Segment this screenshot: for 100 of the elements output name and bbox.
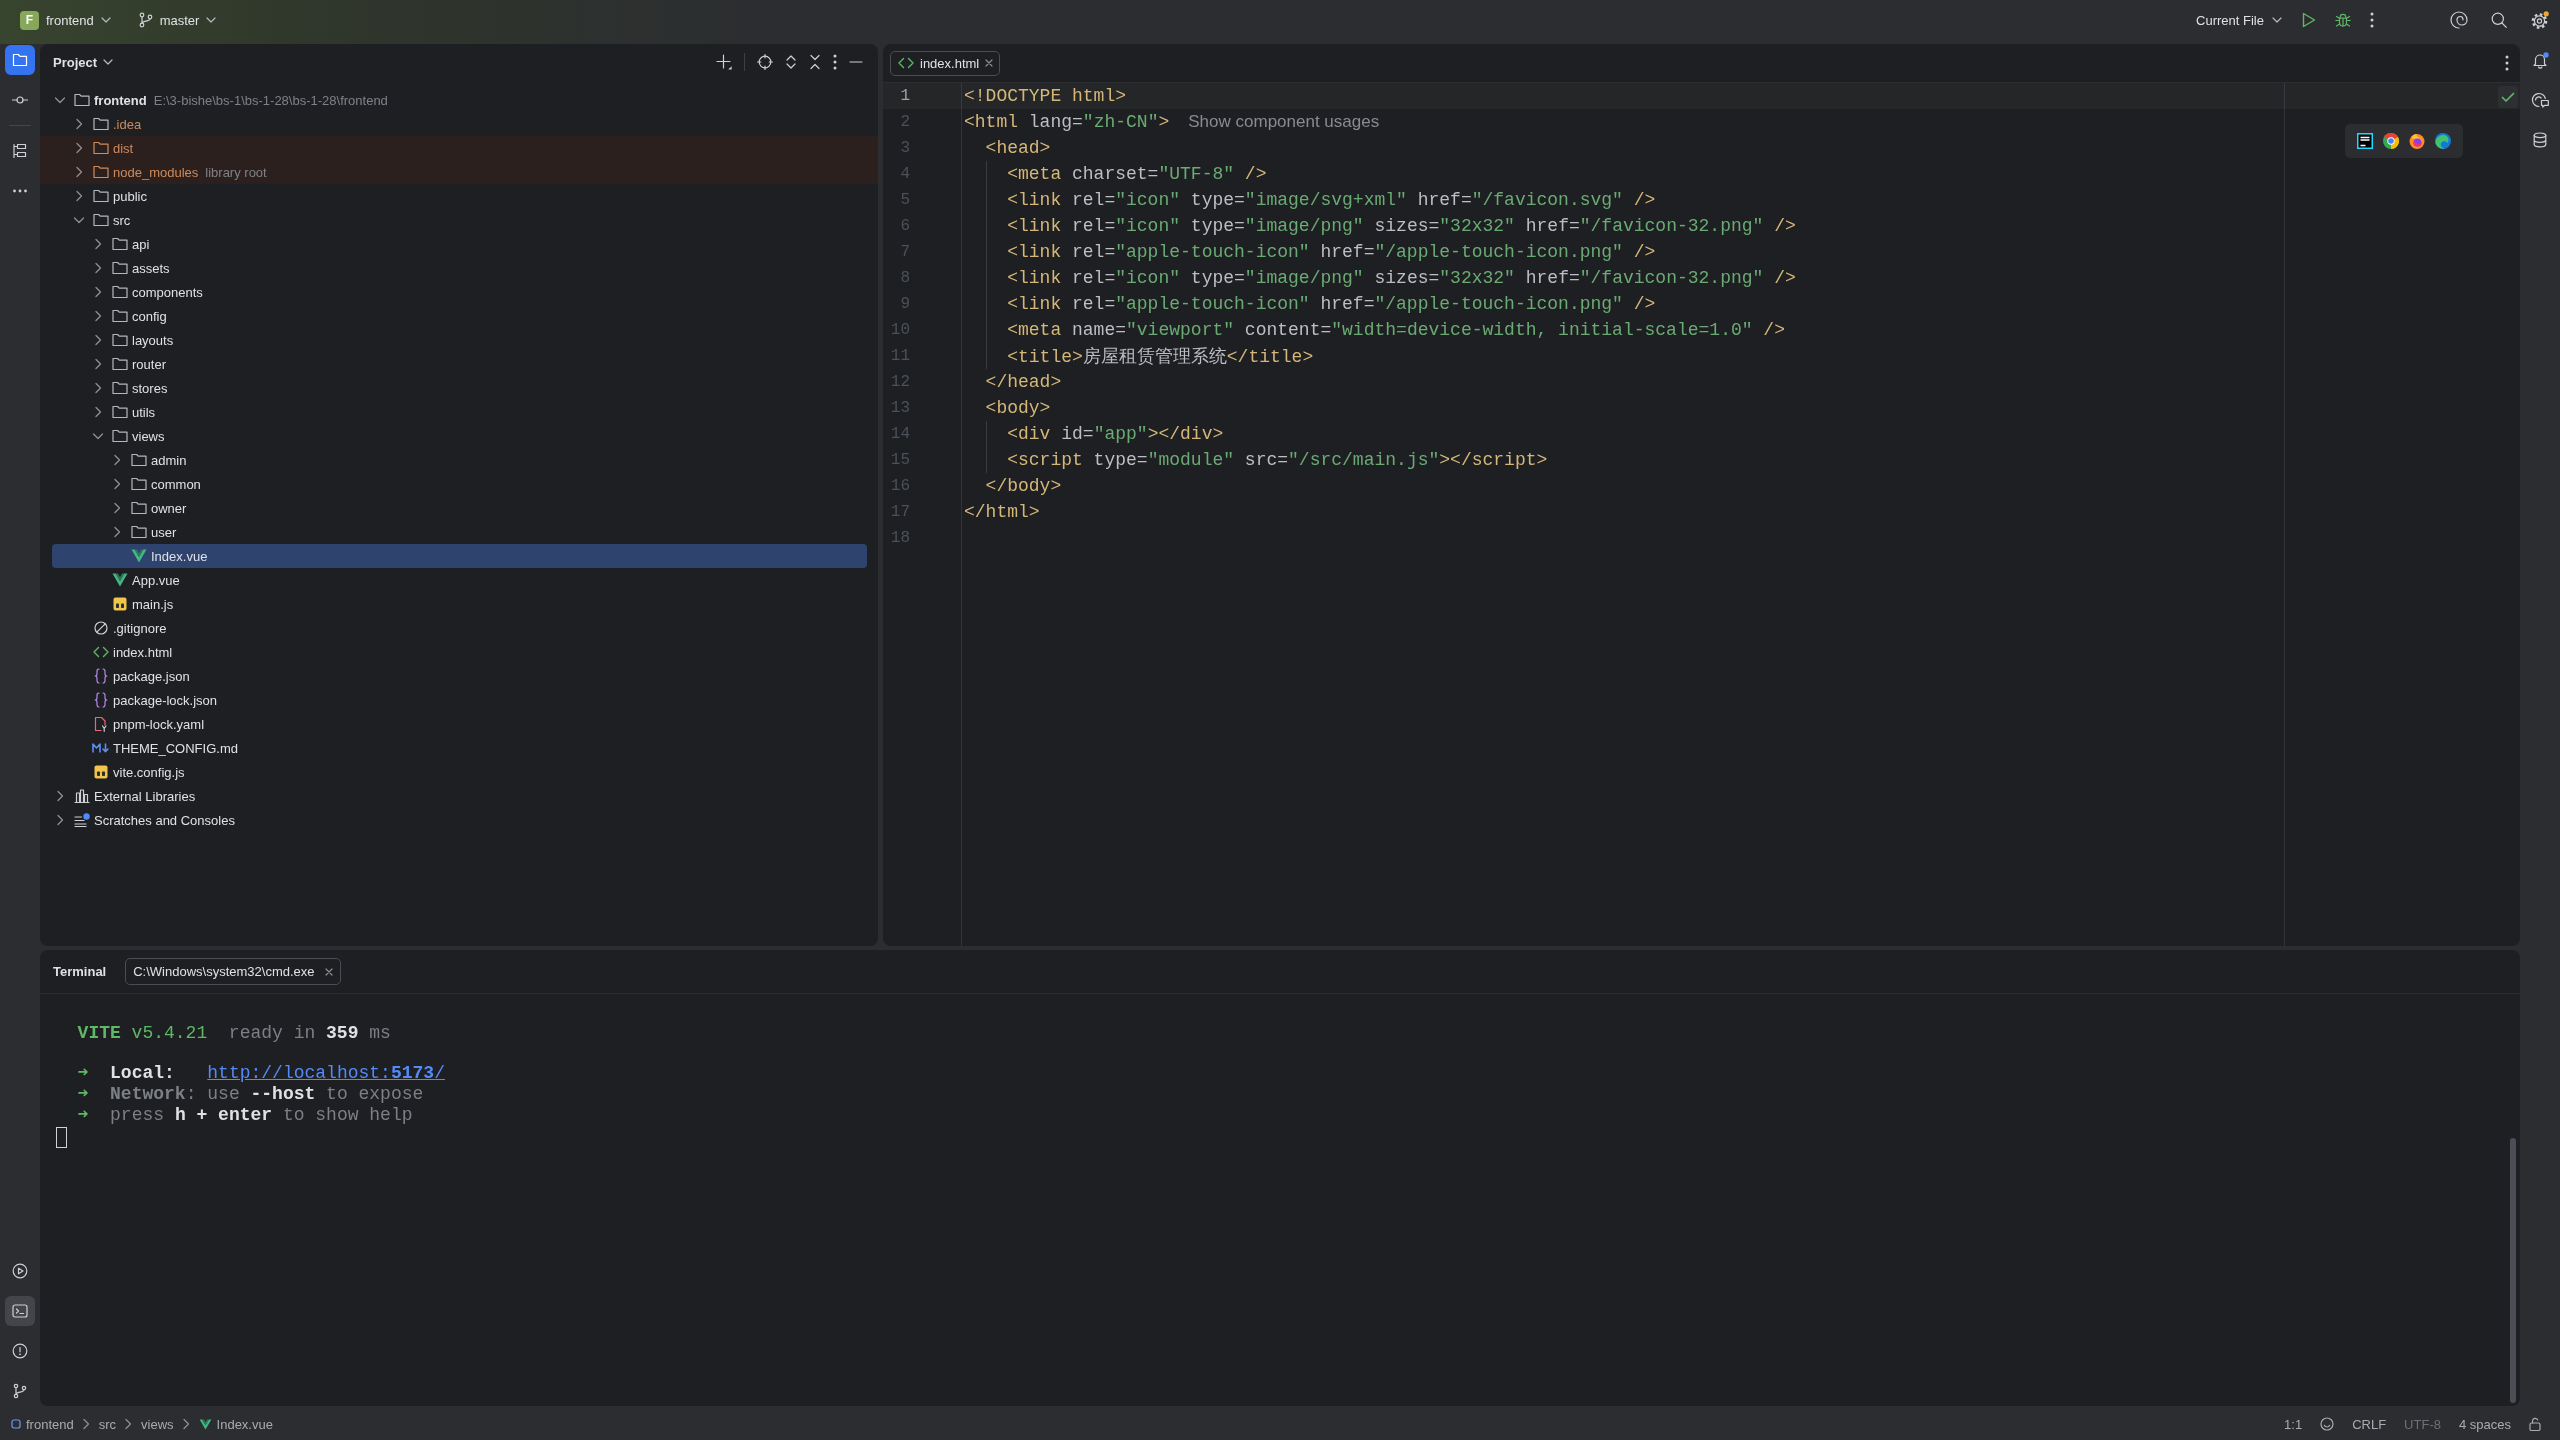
- chevron-right-icon[interactable]: [56, 790, 64, 802]
- project-view-dropdown[interactable]: Project: [48, 51, 119, 73]
- tree-item[interactable]: package-lock.json: [40, 688, 878, 712]
- status-circle-icon[interactable]: [2320, 1417, 2335, 1431]
- flame-globe-icon[interactable]: [2409, 133, 2425, 149]
- kebab-menu-icon[interactable]: [833, 54, 837, 70]
- tree-item[interactable]: vite.config.js: [40, 760, 878, 784]
- terminal-tab[interactable]: C:\Windows\system32\cmd.exe: [125, 958, 341, 985]
- breadcrumb[interactable]: frontend: [11, 1416, 74, 1432]
- v-logo-icon: [198, 1418, 212, 1430]
- chevron-right-icon[interactable]: [113, 454, 121, 466]
- tree-item[interactable]: src: [40, 208, 878, 232]
- chevron-right-icon[interactable]: [113, 526, 121, 538]
- kebab-menu-icon[interactable]: [2370, 12, 2374, 28]
- chevron-right-icon[interactable]: [113, 478, 121, 490]
- expand-icon[interactable]: [785, 54, 797, 70]
- chevron-right-icon[interactable]: [75, 118, 83, 130]
- bug-icon[interactable]: [2335, 12, 2351, 28]
- tree-item[interactable]: .gitignore: [40, 616, 878, 640]
- tree-item[interactable]: index.html: [40, 640, 878, 664]
- tree-item[interactable]: stores: [40, 376, 878, 400]
- tree-item[interactable]: assets: [40, 256, 878, 280]
- tree-item[interactable]: config: [40, 304, 878, 328]
- kebab-menu-icon[interactable]: [2505, 55, 2509, 71]
- close-icon[interactable]: [985, 59, 994, 67]
- tree-item[interactable]: utils: [40, 400, 878, 424]
- chevron-right-icon[interactable]: [94, 286, 102, 298]
- branch-switcher[interactable]: master: [132, 5, 223, 35]
- tree-item[interactable]: .idea: [40, 112, 878, 136]
- tree-item[interactable]: components: [40, 280, 878, 304]
- folder-icon[interactable]: [5, 45, 35, 75]
- tree-item[interactable]: views: [40, 424, 878, 448]
- collapse-icon[interactable]: [809, 54, 821, 70]
- chevron-right-icon[interactable]: [94, 310, 102, 322]
- tree-item[interactable]: frontend E:\3-bishe\bs-1\bs-1-28\bs-1-28\frontend: [40, 88, 878, 112]
- project-switcher[interactable]: F frontend: [14, 5, 117, 35]
- chevron-right-icon[interactable]: [94, 334, 102, 346]
- settings-icon[interactable]: [2530, 10, 2549, 30]
- structure-icon[interactable]: [12, 143, 28, 159]
- breadcrumb[interactable]: src: [98, 1416, 117, 1432]
- tree-item[interactable]: App.vue: [40, 568, 878, 592]
- breadcrumb[interactable]: views: [141, 1416, 174, 1432]
- tree-item[interactable]: admin: [40, 448, 878, 472]
- status-bar-widget[interactable]: 1:1: [2284, 1416, 2303, 1432]
- chevron-right-icon[interactable]: [94, 262, 102, 274]
- chevron-right-icon[interactable]: [94, 238, 102, 250]
- terminal-icon[interactable]: [5, 1296, 35, 1326]
- chevron-right-icon[interactable]: [75, 142, 83, 154]
- chevron-down-icon[interactable]: [92, 432, 104, 440]
- tree-item[interactable]: node_modules library root: [40, 160, 878, 184]
- run-config-selector[interactable]: Current File: [2190, 5, 2288, 35]
- spiral-chat-icon[interactable]: [2531, 92, 2549, 108]
- play-circle-icon[interactable]: [12, 1263, 28, 1279]
- chevron-right-icon[interactable]: [75, 166, 83, 178]
- scrollbar-thumb[interactable]: [2510, 1138, 2516, 1403]
- tree-item[interactable]: dist: [40, 136, 878, 160]
- chevron-down-icon[interactable]: [54, 96, 66, 104]
- chevron-right-icon[interactable]: [75, 190, 83, 202]
- branch-icon[interactable]: [12, 1383, 28, 1399]
- tree-item[interactable]: api: [40, 232, 878, 256]
- chevron-right-icon[interactable]: [94, 382, 102, 394]
- breadcrumb[interactable]: Index.vue: [198, 1416, 273, 1432]
- spiral-icon[interactable]: [2450, 11, 2468, 29]
- tree-item[interactable]: External Libraries: [40, 784, 878, 808]
- tree-item[interactable]: owner: [40, 496, 878, 520]
- inlay-hint[interactable]: Show component usages: [1188, 112, 1380, 132]
- tree-item[interactable]: main.js: [40, 592, 878, 616]
- exclamation-circle-icon[interactable]: [12, 1343, 28, 1359]
- close-icon[interactable]: [324, 967, 333, 976]
- chevron-right-icon[interactable]: [94, 406, 102, 418]
- tree-item[interactable]: common: [40, 472, 878, 496]
- editor-tab[interactable]: index.html: [890, 50, 1001, 76]
- lock-icon[interactable]: [2529, 1417, 2541, 1431]
- chevron-right-icon[interactable]: [56, 814, 64, 826]
- ide-logo-icon[interactable]: [2357, 133, 2373, 149]
- tree-item[interactable]: Scratches and Consoles: [40, 808, 878, 832]
- tree-item[interactable]: Index.vue: [40, 544, 878, 568]
- crosshair-icon[interactable]: [757, 54, 773, 70]
- check-icon[interactable]: [2498, 86, 2518, 108]
- status-bar-widget[interactable]: CRLF: [2352, 1416, 2387, 1432]
- tree-item[interactable]: layouts: [40, 328, 878, 352]
- tree-item[interactable]: user: [40, 520, 878, 544]
- play-icon[interactable]: [2302, 12, 2316, 28]
- chevron-right-icon[interactable]: [113, 502, 121, 514]
- wave-globe-icon[interactable]: [2435, 133, 2451, 149]
- tree-item[interactable]: public: [40, 184, 878, 208]
- bell-icon[interactable]: [2531, 51, 2549, 69]
- chevron-right-icon[interactable]: [94, 358, 102, 370]
- tree-item[interactable]: package.json: [40, 664, 878, 688]
- status-bar-widget[interactable]: 4 spaces: [2458, 1416, 2511, 1432]
- database-icon[interactable]: [2533, 132, 2547, 148]
- tree-item[interactable]: THEME_CONFIG.md: [40, 736, 878, 760]
- tree-item[interactable]: router: [40, 352, 878, 376]
- ring-logo-icon[interactable]: [2383, 133, 2399, 149]
- tree-item[interactable]: pnpm-lock.yaml: [40, 712, 878, 736]
- search-icon[interactable]: [2491, 12, 2507, 28]
- chevron-down-icon[interactable]: [73, 216, 85, 224]
- url-link[interactable]: http://localhost:5173/: [207, 1063, 445, 1083]
- add-icon[interactable]: [716, 54, 732, 70]
- folder-icon: [131, 501, 147, 515]
